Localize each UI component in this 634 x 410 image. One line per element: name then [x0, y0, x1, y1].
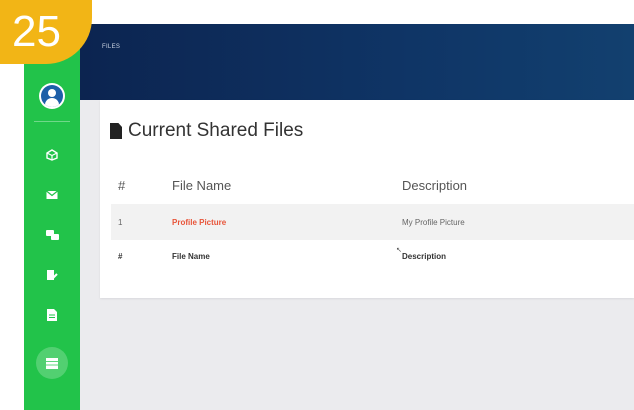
- page-title: Current Shared Files: [128, 120, 304, 141]
- column-header-description: Description: [402, 178, 468, 193]
- top-header-bar: FILES: [80, 24, 634, 100]
- sidebar-item-cube[interactable]: [38, 141, 66, 169]
- row-number: 1: [118, 218, 123, 227]
- table-icon: [46, 357, 58, 369]
- footer-description: Description: [402, 252, 447, 261]
- sidebar-item-document[interactable]: [38, 301, 66, 329]
- sidebar-divider: [34, 121, 70, 122]
- column-header-number: #: [118, 178, 126, 193]
- chat-icon: [45, 229, 59, 240]
- cube-icon: [46, 149, 58, 161]
- shared-files-card: Current Shared Files # File Name Descrip…: [100, 100, 634, 298]
- outer-frame-top: [0, 0, 634, 24]
- document-icon: [47, 309, 57, 321]
- column-header-file-name: File Name: [172, 178, 232, 193]
- sidebar-item-table[interactable]: [36, 347, 68, 379]
- file-icon: [110, 123, 122, 139]
- footer-file-name: File Name: [172, 252, 210, 261]
- avatar[interactable]: [39, 83, 65, 109]
- mouse-cursor-icon: ↖: [396, 247, 402, 254]
- sidebar-item-edit[interactable]: [38, 261, 66, 289]
- sidebar: [24, 24, 80, 410]
- breadcrumb: FILES: [102, 44, 121, 50]
- sidebar-item-mail[interactable]: [38, 181, 66, 209]
- edit-doc-icon: [47, 270, 58, 280]
- file-link-profile-picture[interactable]: Profile Picture: [172, 218, 226, 227]
- user-avatar-icon: [41, 85, 63, 107]
- row-description: My Profile Picture: [402, 218, 465, 227]
- mail-icon: [46, 190, 58, 199]
- table-row: 1 Profile Picture My Profile Picture: [111, 204, 634, 240]
- footer-number: #: [118, 252, 123, 261]
- sidebar-item-chat[interactable]: [38, 221, 66, 249]
- card-title: Current Shared Files: [110, 120, 303, 142]
